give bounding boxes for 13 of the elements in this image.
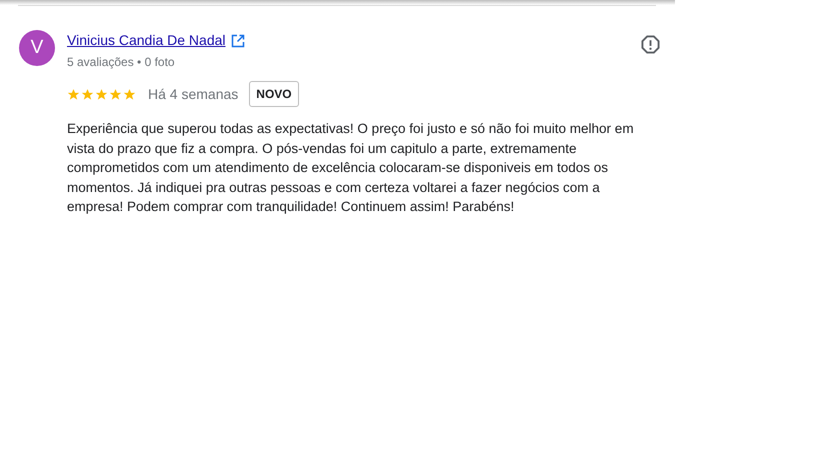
report-icon[interactable]: [641, 35, 660, 54]
star-icon: [95, 88, 108, 100]
review-text: Experiência que superou todas as expectativas! O preço foi justo e só não foi muito melhor em vista do prazo que fiz a compra. O pós-vendas foi um capitulo a parte, extremamente comprometidos com um atendimento de excelência colocaram-se disponiveis em todos os momentos. Já indiquei pra outras pessoas e com certeza voltarei a fazer negócios com a empresa! Podem comprar com tranquilidade! Continuem assim! Parabéns!: [67, 120, 635, 216]
star-icon: [109, 88, 122, 100]
review-time: Há 4 semanas: [148, 84, 238, 104]
external-link-icon[interactable]: [230, 34, 244, 48]
star-icon: [81, 88, 94, 100]
star-icon: [67, 88, 80, 100]
new-badge: NOVO: [249, 81, 299, 107]
star-icon: [123, 88, 136, 100]
author-stats: 5 avaliações • 0 foto: [67, 54, 176, 71]
avatar: V: [19, 30, 55, 66]
author-link[interactable]: Vinicius Candia De Nadal: [67, 30, 226, 51]
